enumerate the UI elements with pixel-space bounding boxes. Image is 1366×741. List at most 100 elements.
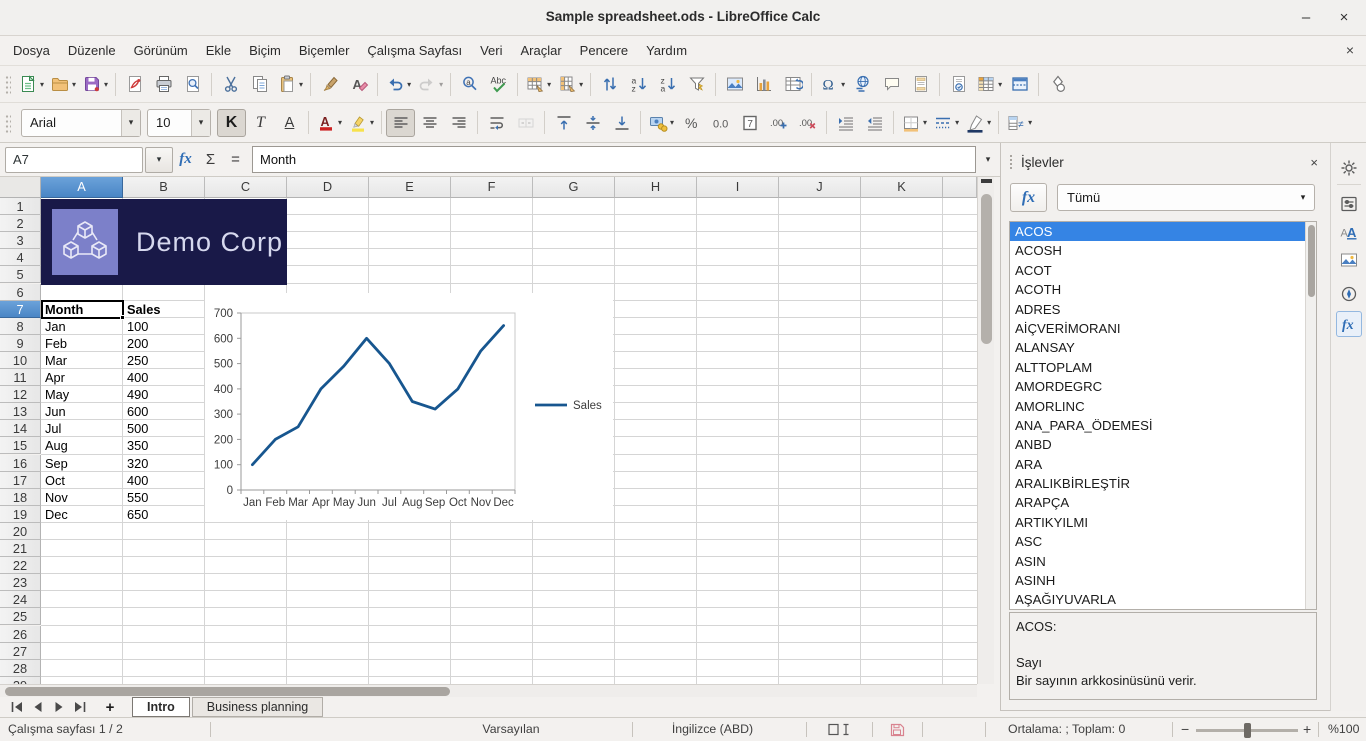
close-sidebar-icon[interactable]: × xyxy=(1306,155,1322,170)
vertical-scrollbar[interactable] xyxy=(977,177,994,684)
dropdown-arrow-icon[interactable]: ▾ xyxy=(299,80,303,89)
function-item-aşağiyuvarla[interactable]: AŞAĞIYUVARLA xyxy=(1010,590,1316,609)
function-item-arapça[interactable]: ARAPÇA xyxy=(1010,493,1316,512)
name-box[interactable]: A7 xyxy=(5,147,143,173)
function-item-adres[interactable]: ADRES xyxy=(1010,300,1316,319)
zoom-level-status[interactable]: %100 xyxy=(1328,722,1359,736)
cell-b17[interactable]: 400 xyxy=(123,472,205,489)
cell-b8[interactable]: 100 xyxy=(123,318,205,335)
properties-deck-icon[interactable] xyxy=(1336,191,1362,217)
row-header-2[interactable]: 2 xyxy=(0,215,41,232)
row-header-15[interactable]: 15 xyxy=(0,437,41,454)
cell-a18[interactable]: Nov xyxy=(41,489,123,506)
column-header-f[interactable]: F xyxy=(451,177,533,198)
gallery-deck-icon[interactable] xyxy=(1336,247,1362,273)
function-list-scrollbar[interactable] xyxy=(1305,222,1316,609)
cell-b15[interactable]: 350 xyxy=(123,437,205,454)
pivot-table-button[interactable] xyxy=(778,70,807,98)
column-header-a[interactable]: A xyxy=(41,177,123,198)
row-header-14[interactable]: 14 xyxy=(0,420,41,437)
delete-decimal-button[interactable]: .00 xyxy=(793,109,822,137)
cell-a13[interactable]: Jun xyxy=(41,403,123,420)
align-right-button[interactable] xyxy=(444,109,473,137)
navigator-deck-icon[interactable] xyxy=(1336,281,1362,307)
copy-button[interactable] xyxy=(245,70,274,98)
align-left-button[interactable] xyxy=(386,109,415,137)
function-item-acos[interactable]: ACOS xyxy=(1010,222,1316,241)
border-style-button[interactable]: ▾ xyxy=(930,109,962,137)
expand-formula-bar-button[interactable]: ▾ xyxy=(976,146,1000,173)
decrease-indent-button[interactable] xyxy=(860,109,889,137)
row-header-18[interactable]: 18 xyxy=(0,489,41,506)
font-size-combo[interactable]: 10 ▾ xyxy=(147,109,211,137)
sidebar-grip[interactable] xyxy=(1009,154,1014,170)
function-item-aralikbi-rleşti-r[interactable]: ARALIKBİRLEŞTİR xyxy=(1010,474,1316,493)
sort-ascending-button[interactable]: az xyxy=(624,70,653,98)
cell-b10[interactable]: 250 xyxy=(123,352,205,369)
column-header-k[interactable]: K xyxy=(861,177,943,198)
function-item-artikyilmi[interactable]: ARTIKYILMI xyxy=(1010,513,1316,532)
borders-button[interactable]: ▾ xyxy=(898,109,930,137)
print-button[interactable] xyxy=(149,70,178,98)
comment-button[interactable] xyxy=(877,70,906,98)
company-logo[interactable]: Demo Corp xyxy=(41,199,287,285)
insert-rows-button[interactable]: ▾ xyxy=(522,70,554,98)
row-header-13[interactable]: 13 xyxy=(0,403,41,420)
cell-a16[interactable]: Sep xyxy=(41,455,123,472)
new-document-button[interactable]: ▾ xyxy=(15,70,47,98)
find-replace-button[interactable]: a xyxy=(455,70,484,98)
border-color-button[interactable]: ▾ xyxy=(962,109,994,137)
row-header-10[interactable]: 10 xyxy=(0,352,41,369)
cell-a10[interactable]: Mar xyxy=(41,352,123,369)
name-box-dropdown[interactable]: ▾ xyxy=(145,147,173,173)
selection-stats-status[interactable]: Ortalama: ; Toplam: 0 xyxy=(1008,722,1125,736)
close-window-button[interactable]: × xyxy=(1332,6,1356,30)
dropdown-arrow-icon[interactable]: ▾ xyxy=(923,118,927,127)
menu-araçlar[interactable]: Araçlar xyxy=(511,39,570,62)
row-header-1[interactable]: 1 xyxy=(0,198,41,215)
zoom-in-button[interactable]: + xyxy=(1303,721,1311,737)
autofilter-button[interactable] xyxy=(682,70,711,98)
dropdown-arrow-icon[interactable]: ▾ xyxy=(439,80,443,89)
draw-functions-button[interactable] xyxy=(1043,70,1072,98)
dropdown-arrow-icon[interactable]: ▾ xyxy=(72,80,76,89)
align-bottom-button[interactable] xyxy=(607,109,636,137)
column-header-g[interactable]: G xyxy=(533,177,615,198)
dropdown-arrow-icon[interactable]: ▾ xyxy=(407,80,411,89)
row-header-28[interactable]: 28 xyxy=(0,660,41,677)
toolbar-grip[interactable] xyxy=(4,113,11,133)
cell-b13[interactable]: 600 xyxy=(123,403,205,420)
function-category-dropdown[interactable]: Tümü ▾ xyxy=(1057,184,1315,211)
add-sheet-button[interactable]: + xyxy=(98,698,122,716)
menu-görünüm[interactable]: Görünüm xyxy=(125,39,197,62)
split-window-button[interactable] xyxy=(1005,70,1034,98)
menu-çalışma-sayfası[interactable]: Çalışma Sayfası xyxy=(358,39,471,62)
sort-descending-button[interactable]: za xyxy=(653,70,682,98)
column-header-b[interactable]: B xyxy=(123,177,205,198)
sheet-tab-intro[interactable]: Intro xyxy=(132,697,190,717)
row-header-9[interactable]: 9 xyxy=(0,335,41,352)
row-header-12[interactable]: 12 xyxy=(0,386,41,403)
column-header-partial[interactable] xyxy=(943,177,977,198)
dropdown-arrow-icon[interactable]: ▾ xyxy=(1028,118,1032,127)
row-header-7[interactable]: 7 xyxy=(0,301,41,318)
row-header-3[interactable]: 3 xyxy=(0,232,41,249)
cell-a14[interactable]: Jul xyxy=(41,420,123,437)
previous-sheet-button[interactable] xyxy=(27,698,48,716)
dropdown-arrow-icon[interactable]: ▾ xyxy=(579,80,583,89)
function-item-alansay[interactable]: ALANSAY xyxy=(1010,338,1316,357)
row-header-29[interactable]: 29 xyxy=(0,677,41,684)
add-decimal-button[interactable]: .00 xyxy=(764,109,793,137)
special-character-button[interactable]: Ω▾ xyxy=(816,70,848,98)
clear-formatting-button[interactable]: A xyxy=(344,70,373,98)
undo-button[interactable]: ▾ xyxy=(382,70,414,98)
menu-biçemler[interactable]: Biçemler xyxy=(290,39,359,62)
toolbar-grip[interactable] xyxy=(4,74,11,94)
save-button[interactable]: ▾ xyxy=(79,70,111,98)
column-header-d[interactable]: D xyxy=(287,177,369,198)
zoom-slider-thumb[interactable] xyxy=(1244,723,1251,738)
number-button[interactable]: 0.0 xyxy=(706,109,735,137)
function-item-asin[interactable]: ASIN xyxy=(1010,552,1316,571)
insert-columns-button[interactable]: ▾ xyxy=(554,70,586,98)
row-header-24[interactable]: 24 xyxy=(0,591,41,608)
